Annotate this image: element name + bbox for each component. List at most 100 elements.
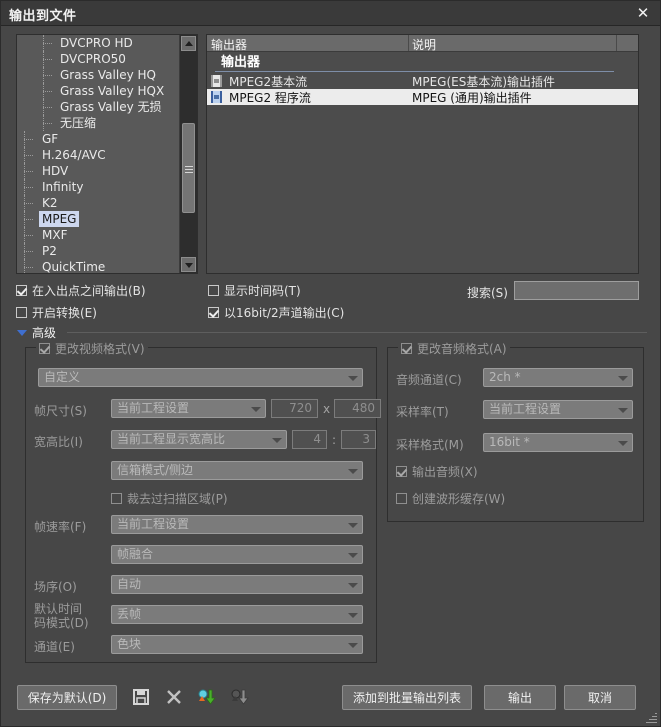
codec-tree-item[interactable]: K2 — [17, 195, 181, 211]
video-preset-select[interactable]: 自定义 — [38, 368, 363, 387]
cancel-button[interactable]: 取消 — [564, 685, 636, 710]
aspect-den-field[interactable]: 3 — [341, 430, 376, 449]
outputter-group-header: 输出器 — [207, 52, 638, 73]
aspect-ratio-value: 当前工程显示宽高比 — [117, 432, 225, 446]
checkbox-output-audio[interactable]: 输出音频(X) — [396, 463, 478, 480]
samplerate-select[interactable]: 当前工程设置 — [483, 400, 633, 419]
tree-tick — [24, 203, 33, 204]
column-header-description[interactable]: 说明 — [412, 36, 436, 53]
sampleformat-select[interactable]: 16bit * — [483, 433, 633, 452]
outputter-row[interactable]: MPEG2 程序流MPEG (通用)输出插件 — [207, 89, 638, 105]
samplerate-label: 采样率(T) — [396, 403, 449, 420]
codec-tree-item[interactable]: 无压缩 — [17, 115, 181, 131]
tree-tick — [43, 123, 52, 124]
chevron-down-icon[interactable] — [17, 330, 27, 336]
codec-tree-item[interactable]: H.264/AVC — [17, 147, 181, 163]
scroll-thumb[interactable] — [182, 123, 195, 213]
codec-tree-item[interactable]: DVCPRO HD — [17, 35, 181, 51]
codec-tree-item[interactable]: DVCPRO50 — [17, 51, 181, 67]
import-preset-icon[interactable] — [196, 687, 218, 707]
advanced-section-header[interactable]: 高级 — [17, 326, 647, 340]
codec-tree-item[interactable]: HDV — [17, 163, 181, 179]
frame-size-label: 帧尺寸(S) — [34, 402, 87, 419]
timecode-mode-value: 丢帧 — [117, 607, 141, 621]
checkbox-box — [396, 493, 407, 504]
video-preset-value: 自定义 — [44, 370, 80, 384]
codec-tree-item[interactable]: MPEG — [17, 211, 181, 227]
codec-tree-scrollbar[interactable] — [179, 35, 197, 273]
resize-grip[interactable] — [645, 712, 657, 724]
codec-tree-item[interactable]: MXF — [17, 227, 181, 243]
advanced-rule — [67, 332, 647, 333]
checkbox-crop-overscan[interactable]: 裁去过扫描区域(P) — [111, 490, 228, 507]
tree-tick — [24, 219, 33, 220]
export-to-file-dialog: 输出到文件 ✕ DVCPRO HDDVCPRO50Grass Valley HQ… — [0, 0, 661, 727]
timecode-mode-select[interactable]: 丢帧 — [111, 605, 363, 624]
framerate-select[interactable]: 当前工程设置 — [111, 515, 363, 534]
aspect-ratio-select[interactable]: 当前工程显示宽高比 — [111, 430, 287, 449]
add-to-batch-button[interactable]: 添加到批量输出列表 — [342, 685, 472, 710]
audio-channel-select[interactable]: 2ch * — [483, 368, 633, 387]
export-preset-icon[interactable] — [229, 687, 251, 707]
tree-tick — [43, 75, 52, 76]
outputter-description: MPEG(ES基本流)输出插件 — [412, 74, 555, 90]
codec-tree-item[interactable]: P2 — [17, 243, 181, 259]
aspect-separator: : — [332, 433, 336, 447]
sampleformat-label: 采样格式(M) — [396, 436, 464, 453]
tree-tick — [24, 155, 33, 156]
frame-width-field[interactable]: 720 — [271, 399, 318, 418]
frame-blend-select[interactable]: 帧融合 — [111, 545, 363, 564]
chevron-down-icon — [618, 441, 628, 446]
frame-size-value: 当前工程设置 — [117, 401, 189, 415]
codec-tree-item[interactable]: Grass Valley HQ — [17, 67, 181, 83]
aspect-num-field[interactable]: 4 — [292, 430, 327, 449]
scroll-up-button[interactable] — [181, 36, 196, 51]
tree-tick — [43, 107, 52, 108]
checkbox-change-video-format[interactable]: 更改视频格式(V) — [36, 340, 148, 357]
search-input[interactable] — [514, 281, 639, 300]
scroll-down-button[interactable] — [181, 257, 196, 272]
codec-tree-item[interactable]: Infinity — [17, 179, 181, 195]
checkbox-box — [208, 307, 219, 318]
checkbox-range-inout[interactable]: 在入出点之间输出(B) — [16, 282, 146, 299]
delete-icon[interactable] — [164, 687, 186, 707]
save-icon[interactable] — [131, 687, 153, 707]
codec-tree[interactable]: DVCPRO HDDVCPRO50Grass Valley HQGrass Va… — [16, 34, 198, 274]
column-header-outputter[interactable]: 输出器 — [211, 36, 247, 53]
frame-blend-value: 帧融合 — [117, 547, 153, 561]
letterbox-select[interactable]: 信箱模式/侧边 — [111, 461, 363, 480]
codec-tree-item[interactable]: Grass Valley HQX — [17, 83, 181, 99]
checkbox-label: 以16bit/2声道输出(C) — [224, 306, 344, 320]
outputter-list[interactable]: 输出器 说明 输出器 MPEG2基本流MPEG(ES基本流)输出插件MPEG2 … — [206, 34, 639, 274]
export-button[interactable]: 输出 — [484, 685, 556, 710]
checkbox-change-audio-format[interactable]: 更改音频格式(A) — [398, 340, 510, 357]
outputter-row[interactable]: MPEG2基本流MPEG(ES基本流)输出插件 — [207, 73, 638, 89]
chevron-down-icon — [348, 376, 358, 381]
checkbox-show-timecode[interactable]: 显示时间码(T) — [208, 282, 301, 299]
frame-size-select[interactable]: 当前工程设置 — [111, 399, 266, 418]
channel-select[interactable]: 色块 — [111, 635, 363, 654]
codec-tree-list[interactable]: DVCPRO HDDVCPRO50Grass Valley HQGrass Va… — [17, 35, 181, 273]
close-icon[interactable]: ✕ — [632, 3, 654, 23]
checkbox-audio-16bit-2ch[interactable]: 以16bit/2声道输出(C) — [208, 304, 344, 321]
codec-tree-item[interactable]: Grass Valley 无损 — [17, 99, 181, 115]
codec-tree-item-label: DVCPRO50 — [57, 51, 129, 67]
checkbox-box — [111, 493, 122, 504]
checkbox-label: 开启转换(E) — [32, 306, 97, 320]
codec-tree-item[interactable]: QuickTime — [17, 259, 181, 273]
window-title: 输出到文件 — [9, 5, 77, 24]
audio-channel-value: 2ch * — [489, 370, 521, 384]
codec-tree-item-label: Grass Valley HQX — [57, 83, 167, 99]
checkbox-create-waveform-cache[interactable]: 创建波形缓存(W) — [396, 490, 505, 507]
frame-height-field[interactable]: 480 — [334, 399, 381, 418]
codec-tree-item[interactable]: GF — [17, 131, 181, 147]
save-as-default-button[interactable]: 保存为默认(D) — [17, 685, 117, 710]
codec-tree-item-label: Grass Valley 无损 — [57, 99, 165, 115]
checkbox-enable-convert[interactable]: 开启转换(E) — [16, 304, 97, 321]
field-order-select[interactable]: 自动 — [111, 575, 363, 594]
column-divider-1[interactable] — [408, 35, 409, 51]
tree-tick — [43, 43, 52, 44]
checkbox-label: 更改音频格式(A) — [417, 342, 507, 356]
tree-tick — [43, 59, 52, 60]
column-divider-2[interactable] — [616, 35, 617, 51]
